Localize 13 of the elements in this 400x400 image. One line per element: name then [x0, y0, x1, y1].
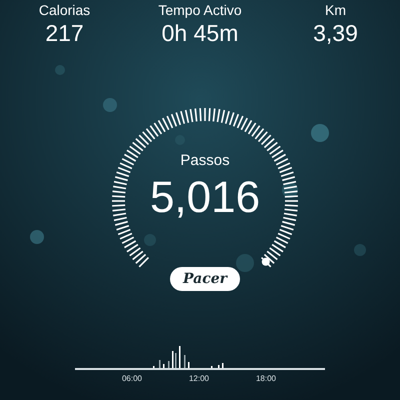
axis-label: 06:00	[122, 374, 142, 383]
stat-value: 0h 45m	[162, 19, 238, 48]
step-count: 5,016	[150, 173, 260, 223]
axis-label: 18:00	[256, 374, 276, 383]
stat-label: Km	[324, 2, 346, 18]
stat-value: 3,39	[313, 19, 358, 48]
axis-label: 12:00	[188, 374, 210, 383]
stat-label: Tempo Activo	[158, 2, 242, 18]
stat-value: 217	[45, 19, 84, 48]
logo-button[interactable]: Pacer	[170, 267, 240, 291]
stat-label: Calorias	[38, 2, 90, 18]
gauge-label: Passos	[180, 151, 230, 171]
progress-marker	[262, 258, 270, 266]
